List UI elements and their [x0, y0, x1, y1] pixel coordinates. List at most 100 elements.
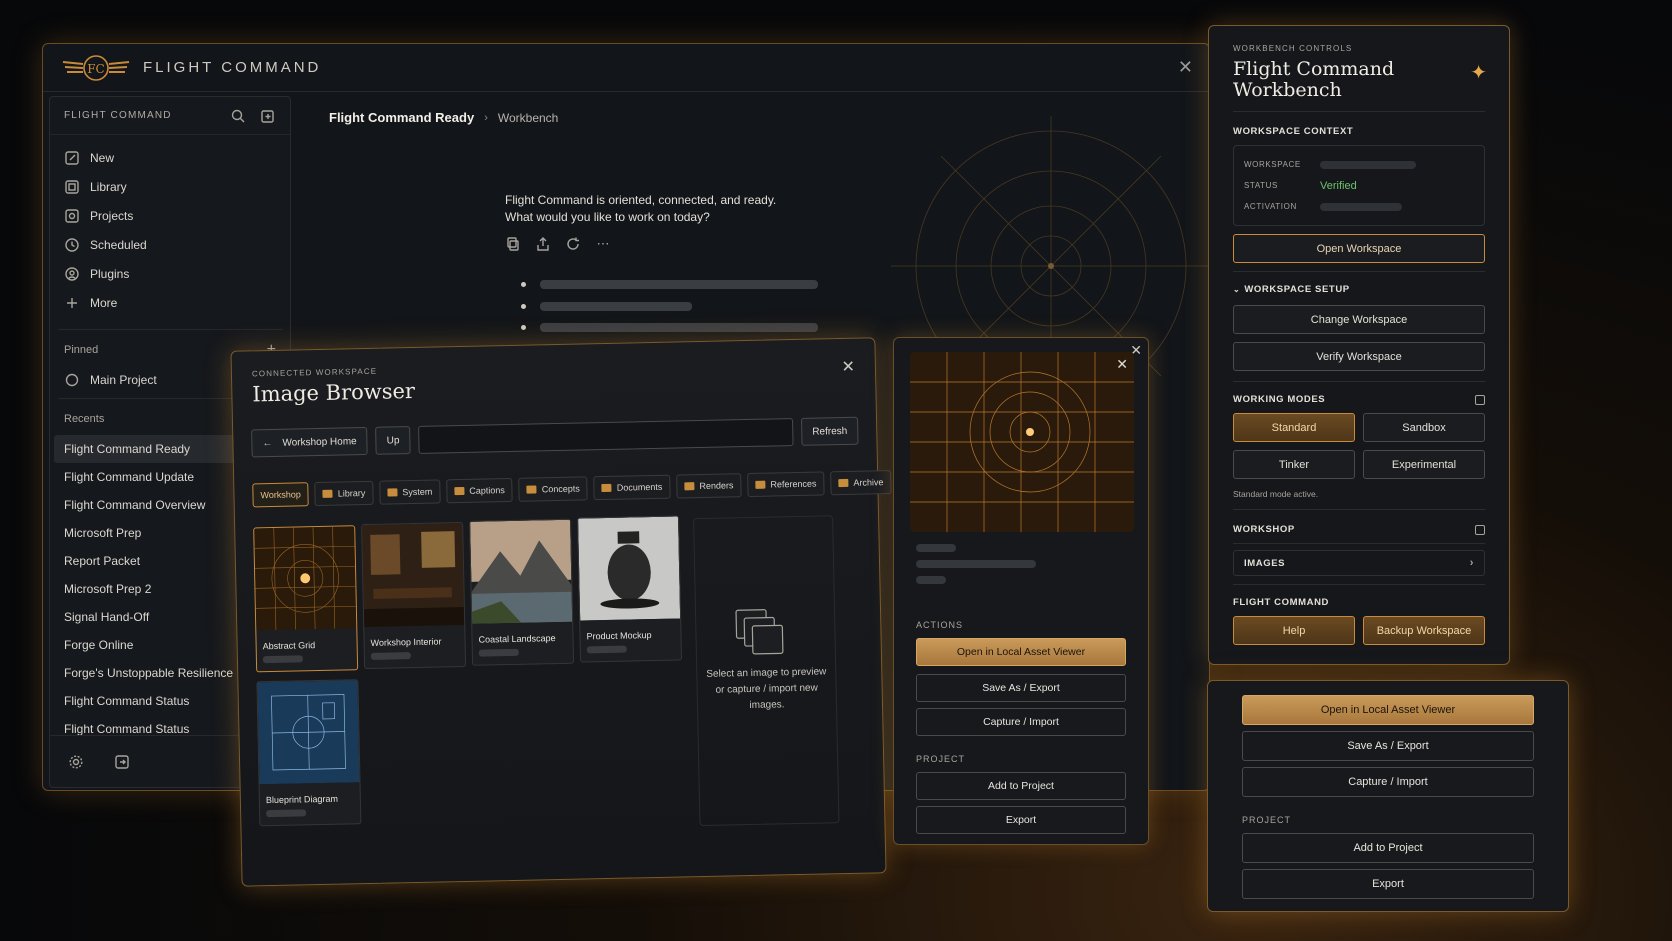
- radar-preview-image: [910, 352, 1134, 532]
- sidebar-item-label: Scheduled: [90, 237, 147, 252]
- workshop-home-button[interactable]: ← Workshop Home: [251, 426, 368, 458]
- folder-icon: [838, 478, 849, 488]
- path-input[interactable]: [418, 418, 794, 454]
- preview-placeholder: Select an image to preview or capture / …: [693, 515, 840, 827]
- thumbnail-coastal-landscape[interactable]: Coastal Landscape: [469, 518, 575, 666]
- refresh-button[interactable]: Refresh: [800, 416, 859, 446]
- blueprint-diagram-image: [257, 680, 360, 785]
- add-to-project-button[interactable]: Add to Project: [1242, 833, 1534, 863]
- mode-tinker-button[interactable]: Tinker: [1233, 450, 1355, 479]
- open-local-viewer-button[interactable]: Open in Local Asset Viewer: [1242, 695, 1534, 725]
- chevron-right-icon: ›: [1469, 557, 1474, 569]
- tab-system[interactable]: System: [379, 479, 441, 505]
- close-icon[interactable]: ✕: [841, 357, 855, 377]
- workspace-setup-toggle[interactable]: ⌄ WORKSPACE SETUP: [1233, 284, 1485, 295]
- more-options-icon[interactable]: ⋯: [595, 236, 611, 252]
- mode-status-text: Standard mode active.: [1233, 489, 1319, 499]
- mode-grid: Standard Sandbox Tinker Experimental: [1233, 413, 1485, 479]
- capture-import-button[interactable]: Capture / Import: [1242, 767, 1534, 797]
- divider: [58, 329, 282, 330]
- thumbnail-blueprint-diagram[interactable]: Blueprint Diagram: [256, 679, 362, 827]
- mode-sandbox-button[interactable]: Sandbox: [1363, 413, 1485, 442]
- images-row[interactable]: IMAGES ›: [1233, 550, 1485, 576]
- sidebar-item-scheduled[interactable]: Scheduled: [50, 230, 290, 259]
- mode-experimental-button[interactable]: Experimental: [1363, 450, 1485, 479]
- tab-workshop[interactable]: Workshop: [252, 482, 310, 508]
- product-mockup-image: [578, 516, 681, 621]
- tab-references[interactable]: References: [747, 471, 825, 498]
- tab-label: System: [402, 486, 433, 498]
- panel-eyebrow: WORKBENCH CONTROLS: [1233, 44, 1353, 53]
- close-preview-icon[interactable]: ✕: [1116, 356, 1128, 373]
- gear-icon[interactable]: [68, 754, 84, 770]
- open-local-viewer-button[interactable]: Open in Local Asset Viewer: [916, 638, 1126, 666]
- share-icon[interactable]: [535, 236, 551, 252]
- mode-standard-button[interactable]: Standard: [1233, 413, 1355, 442]
- export-button[interactable]: Export: [1242, 869, 1534, 899]
- folder-icon: [684, 482, 695, 491]
- asset-actions-panel: ✕ ✕ ACTIONS Open in Local Asset Viewer S…: [893, 337, 1149, 845]
- thumbnail-caption: Workshop Interior: [370, 636, 442, 648]
- sparkle-icon: ✦: [1470, 62, 1487, 84]
- breadcrumb-current-chat[interactable]: Flight Command Ready: [329, 110, 474, 125]
- thumbnail-workshop-interior[interactable]: Workshop Interior: [361, 521, 467, 670]
- library-icon: [64, 179, 80, 195]
- thumbnail-caption: Abstract Grid: [262, 640, 316, 652]
- projects-icon: [64, 208, 80, 224]
- tab-renders[interactable]: Renders: [676, 473, 742, 499]
- sidebar-item-label: New: [90, 150, 115, 165]
- sidebar-item-label: Library: [90, 179, 127, 194]
- tab-label: Concepts: [541, 483, 580, 495]
- change-workspace-button[interactable]: Change Workspace: [1233, 305, 1485, 334]
- flight-command-logo: FC: [62, 54, 130, 81]
- folder-icon: [526, 485, 537, 494]
- close-icon[interactable]: ✕: [1178, 57, 1193, 78]
- collapse-icon[interactable]: [1475, 524, 1485, 535]
- sidebar-item-more[interactable]: More: [50, 288, 290, 317]
- sidebar-item-plugins[interactable]: Plugins: [50, 259, 290, 288]
- image-stack-icon: [735, 609, 784, 655]
- chevron-down-icon: ⌄: [1233, 285, 1241, 294]
- logout-icon[interactable]: [114, 754, 130, 770]
- sidebar-item-label: More: [90, 295, 118, 310]
- tab-concepts[interactable]: Concepts: [518, 476, 589, 502]
- backup-workspace-button[interactable]: Backup Workspace: [1363, 616, 1485, 645]
- tab-label: Renders: [699, 480, 734, 492]
- breadcrumb-workbench[interactable]: Workbench: [498, 111, 558, 125]
- arrow-left-icon: ←: [262, 437, 273, 449]
- tab-label: Documents: [616, 481, 663, 493]
- plugins-icon: [64, 266, 80, 282]
- sidebar-item-projects[interactable]: Projects: [50, 201, 290, 230]
- thumbnail-abstract-grid[interactable]: Abstract Grid: [253, 525, 359, 673]
- message-line: Flight Command is oriented, connected, a…: [505, 193, 777, 207]
- export-button[interactable]: Export: [916, 806, 1126, 834]
- capture-import-button[interactable]: Capture / Import: [916, 708, 1126, 736]
- actions-section-label: ACTIONS: [916, 620, 964, 630]
- sidebar-item-library[interactable]: Library: [50, 172, 290, 201]
- tab-label: Workshop: [260, 489, 301, 501]
- clock-icon: [64, 237, 80, 253]
- copy-icon[interactable]: [505, 236, 521, 252]
- tab-archive[interactable]: Archive: [830, 470, 892, 496]
- sidebar-item-new[interactable]: New: [50, 143, 290, 172]
- image-browser-panel: CONNECTED WORKSPACE Image Browser ✕ ← Wo…: [230, 337, 892, 887]
- workshop-label: WORKSHOP: [1233, 524, 1485, 535]
- save-as-export-button[interactable]: Save As / Export: [916, 674, 1126, 702]
- tab-captions[interactable]: Captions: [446, 477, 514, 504]
- up-button[interactable]: Up: [375, 426, 411, 455]
- open-workspace-button[interactable]: Open Workspace: [1233, 234, 1485, 263]
- search-icon[interactable]: [230, 108, 246, 124]
- folder-icon: [387, 488, 398, 497]
- verify-workspace-button[interactable]: Verify Workspace: [1233, 342, 1485, 371]
- add-to-project-button[interactable]: Add to Project: [916, 772, 1126, 800]
- tab-library[interactable]: Library: [314, 480, 374, 507]
- thumbnail-product-mockup[interactable]: Product Mockup: [577, 515, 683, 663]
- save-as-export-button[interactable]: Save As / Export: [1242, 731, 1534, 761]
- svg-text:FC: FC: [87, 62, 105, 76]
- collapse-icon[interactable]: [1475, 394, 1485, 405]
- help-button[interactable]: Help: [1233, 616, 1355, 645]
- refresh-icon[interactable]: [565, 236, 581, 252]
- new-chat-icon[interactable]: [260, 108, 276, 124]
- tab-documents[interactable]: Documents: [593, 474, 671, 501]
- edit-icon: [64, 150, 80, 166]
